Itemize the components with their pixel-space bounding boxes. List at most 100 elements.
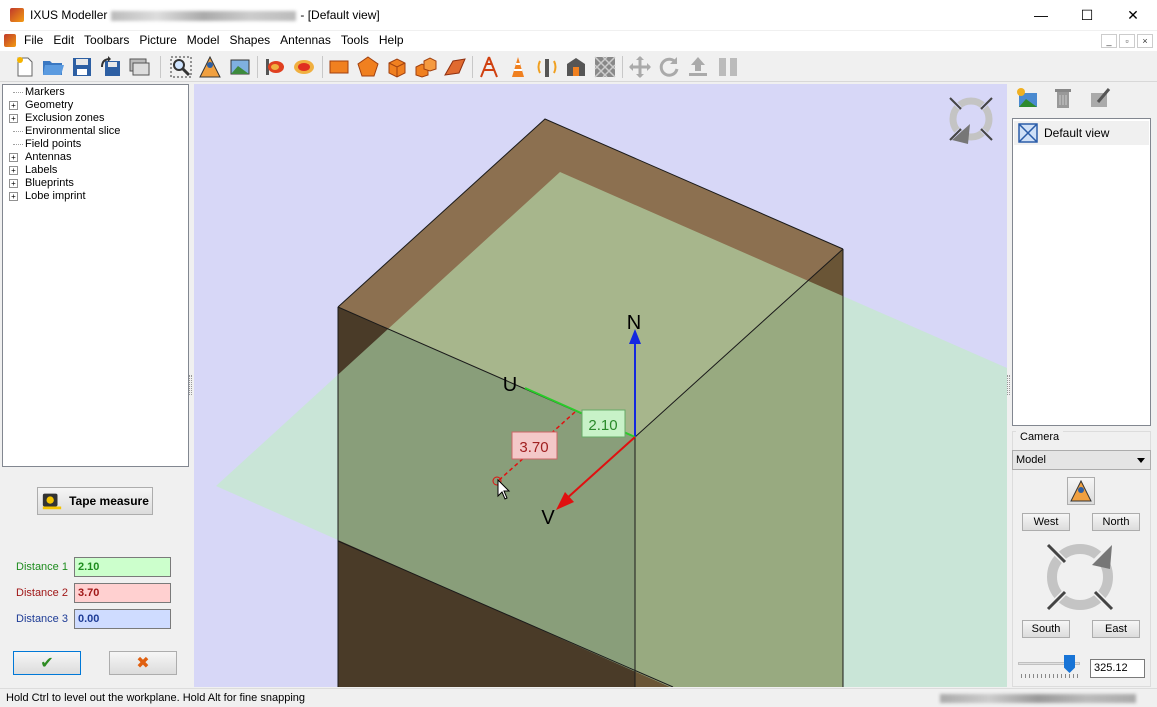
toolbar-separator — [472, 56, 473, 78]
menu-items: File Edit Toolbars Picture Model Shapes Antenn… — [24, 33, 414, 47]
polygon-shape-icon[interactable] — [356, 55, 380, 79]
zoom-value-field[interactable]: 325.12 — [1090, 659, 1145, 678]
tree-item-label: Exclusion zones — [25, 112, 105, 124]
tree-item[interactable]: + Blueprints — [3, 177, 188, 190]
expand-icon[interactable]: + — [9, 153, 18, 162]
menu-bar: File Edit Toolbars Picture Model Shapes Antenn… — [0, 31, 1157, 51]
tape-measure-button[interactable]: Tape measure — [37, 487, 153, 515]
distance-label: Distance 2 — [16, 587, 68, 599]
tree-item-label: Geometry — [25, 99, 74, 111]
expand-icon[interactable]: + — [9, 166, 18, 175]
tower-icon[interactable] — [506, 55, 530, 79]
maximize-button[interactable]: ☐ — [1064, 0, 1110, 30]
minimize-button[interactable]: — — [1018, 0, 1064, 30]
expand-icon[interactable]: + — [9, 179, 18, 188]
east-button[interactable]: East — [1092, 620, 1140, 638]
tree-item[interactable]: + Exclusion zones — [3, 112, 188, 125]
move-icon[interactable] — [628, 55, 652, 79]
edit-view-icon[interactable] — [1088, 86, 1112, 110]
lobe-icon[interactable] — [263, 55, 287, 79]
mdi-close-button[interactable]: × — [1137, 34, 1153, 48]
rotate-icon[interactable] — [657, 55, 681, 79]
menu-toolbars[interactable]: Toolbars — [84, 33, 136, 47]
mini-compass-icon[interactable] — [949, 97, 993, 144]
rectangle-shape-icon[interactable] — [327, 55, 351, 79]
menu-edit[interactable]: Edit — [53, 33, 81, 47]
tree-item-label: Field points — [25, 138, 82, 150]
status-text: Hold Ctrl to level out the workplane. Ho… — [6, 692, 305, 704]
close-button[interactable]: ✕ — [1110, 0, 1156, 30]
tree-connector — [13, 131, 23, 132]
picture-view-icon[interactable] — [228, 55, 252, 79]
cross-icon: ✖ — [136, 655, 150, 672]
hatch-icon[interactable] — [593, 55, 617, 79]
scene-canvas[interactable]: N U V 2.10 3.70 — [194, 84, 1007, 687]
south-button[interactable]: South — [1022, 620, 1070, 638]
open-folder-icon[interactable] — [41, 55, 65, 79]
tree-item[interactable]: + Geometry — [3, 99, 188, 112]
views-list[interactable]: Default view — [1012, 118, 1151, 426]
tree-item[interactable]: + Labels — [3, 164, 188, 177]
window-title-app: IXUS Modeller — [30, 8, 108, 22]
view-item-default[interactable]: Default view — [1014, 121, 1149, 145]
roof-shape-icon[interactable] — [443, 55, 467, 79]
tree-item[interactable]: Field points — [3, 138, 188, 151]
menu-antennas[interactable]: Antennas — [280, 33, 338, 47]
mdi-minimize-button[interactable]: _ — [1101, 34, 1117, 48]
expand-icon[interactable]: + — [9, 101, 18, 110]
tape-measure-label: Tape measure — [69, 494, 149, 508]
screenshot-icon[interactable] — [128, 55, 152, 79]
building-icon[interactable] — [564, 55, 588, 79]
menu-tools[interactable]: Tools — [341, 33, 376, 47]
menu-model[interactable]: Model — [187, 33, 227, 47]
model-tree[interactable]: Markers + Geometry + Exclusion zones Environm… — [2, 84, 189, 467]
menu-file[interactable]: File — [24, 33, 50, 47]
tree-connector — [13, 92, 23, 93]
save-icon[interactable] — [70, 55, 94, 79]
mdi-restore-button[interactable]: ▫ — [1119, 34, 1135, 48]
cancel-button[interactable]: ✖ — [109, 651, 177, 675]
split-icon[interactable] — [716, 55, 740, 79]
distance-value-field[interactable]: 2.10 — [74, 557, 171, 577]
right-splitter[interactable] — [1007, 375, 1010, 395]
perspective-icon[interactable] — [198, 55, 222, 79]
zoom-select-icon[interactable] — [169, 55, 193, 79]
tree-item[interactable]: + Antennas — [3, 151, 188, 164]
raise-icon[interactable] — [686, 55, 710, 79]
tree-item-label: Environmental slice — [25, 125, 121, 137]
antenna-icon[interactable] — [535, 55, 559, 79]
distance-value-field[interactable]: 3.70 — [74, 583, 171, 603]
distance-value-field[interactable]: 0.00 — [74, 609, 171, 629]
tree-item[interactable]: Markers — [3, 86, 188, 99]
menu-shapes[interactable]: Shapes — [229, 33, 277, 47]
north-button[interactable]: North — [1092, 513, 1140, 531]
tree-item[interactable]: Environmental slice — [3, 125, 188, 138]
delete-view-icon[interactable] — [1051, 86, 1075, 110]
lobe-imprint-icon[interactable] — [292, 55, 316, 79]
main-toolbar — [0, 52, 1157, 82]
extrusion-shape-icon[interactable] — [414, 55, 438, 79]
3d-viewport[interactable]: N U V 2.10 3.70 — [194, 84, 1007, 687]
expand-icon[interactable]: + — [9, 192, 18, 201]
left-splitter[interactable] — [189, 375, 192, 395]
perspective-button[interactable] — [1067, 477, 1095, 505]
distance-label: Distance 1 — [16, 561, 68, 573]
compass-icon[interactable] — [1040, 537, 1120, 617]
mast-icon[interactable] — [477, 55, 501, 79]
box-shape-icon[interactable] — [385, 55, 409, 79]
menu-picture[interactable]: Picture — [139, 33, 183, 47]
document-icon[interactable] — [4, 34, 16, 47]
new-view-icon[interactable] — [1015, 86, 1039, 110]
expand-icon[interactable]: + — [9, 114, 18, 123]
tree-item-label: Labels — [25, 164, 58, 176]
redacted-title — [111, 10, 297, 21]
confirm-button[interactable]: ✔ — [13, 651, 81, 675]
menu-help[interactable]: Help — [379, 33, 411, 47]
tree-item-label: Antennas — [25, 151, 72, 163]
tree-item[interactable]: + Lobe imprint — [3, 190, 188, 203]
distance-row-2: Distance 2 3.70 — [16, 583, 171, 603]
new-file-icon[interactable] — [13, 55, 37, 79]
camera-mode-select[interactable]: Model — [1012, 450, 1151, 470]
save-as-icon[interactable] — [99, 55, 123, 79]
west-button[interactable]: West — [1022, 513, 1070, 531]
